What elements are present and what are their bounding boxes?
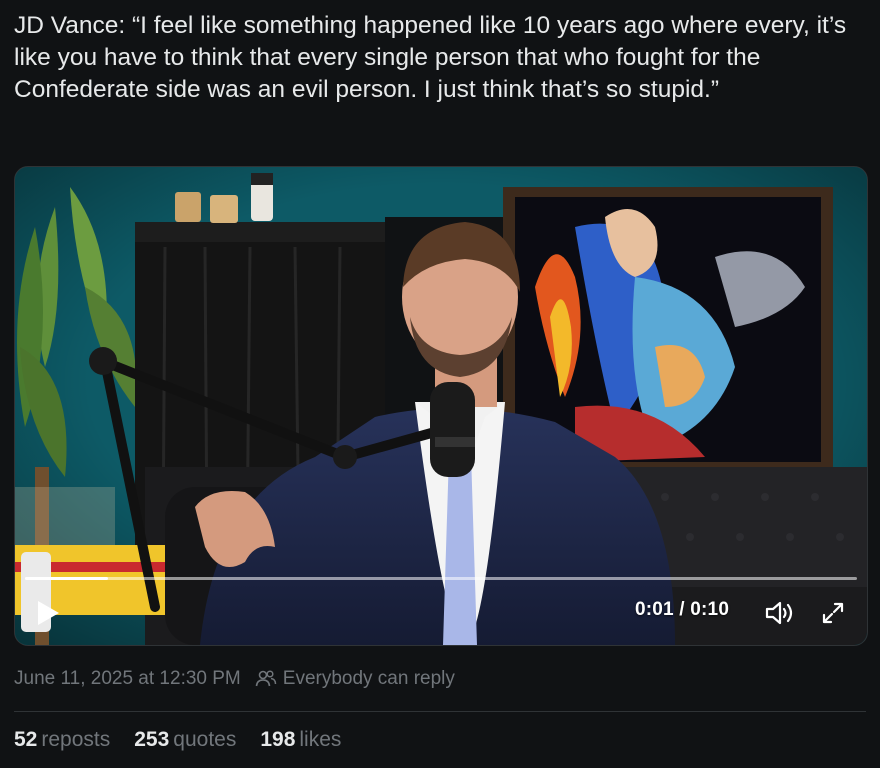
quotes-label: quotes	[173, 728, 237, 751]
volume-icon	[765, 601, 793, 625]
volume-button[interactable]	[765, 600, 795, 626]
people-icon	[255, 670, 277, 687]
post-text: JD Vance: “I feel like something happene…	[14, 12, 847, 103]
play-button[interactable]	[35, 599, 61, 627]
reposts-label: reposts	[41, 728, 111, 751]
likes-label: likes	[299, 728, 342, 751]
quotes-count: 253	[134, 728, 170, 751]
likes-stat[interactable]: 198 likes	[260, 728, 341, 752]
post-stats: 52 reposts 253 quotes 198 likes	[14, 728, 341, 752]
reposts-stat[interactable]: 52 reposts	[14, 728, 110, 752]
divider	[14, 711, 866, 712]
likes-count: 198	[260, 728, 296, 751]
reply-setting[interactable]: Everybody can reply	[283, 668, 455, 690]
video-frame	[15, 167, 867, 645]
post-meta: June 11, 2025 at 12:30 PM Everybody can …	[14, 668, 455, 690]
expand-icon	[822, 602, 844, 624]
quotes-stat[interactable]: 253 quotes	[134, 728, 236, 752]
video-player[interactable]: 0:01 / 0:10	[14, 166, 868, 646]
post-timestamp[interactable]: June 11, 2025 at 12:30 PM	[14, 668, 241, 690]
video-progress-bar[interactable]	[25, 577, 857, 580]
fullscreen-button[interactable]	[821, 601, 845, 625]
video-progress-fill	[25, 577, 109, 580]
video-time: 0:01 / 0:10	[635, 599, 730, 620]
play-icon	[38, 601, 59, 625]
reposts-count: 52	[14, 728, 38, 751]
